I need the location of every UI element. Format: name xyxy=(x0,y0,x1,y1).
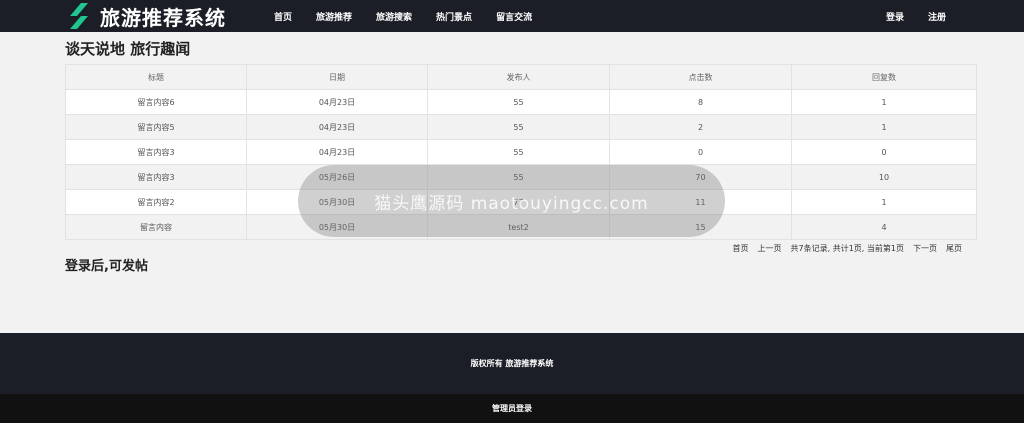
cell-replies: 1 xyxy=(791,114,977,140)
table-row[interactable]: 留言内容3 04月23日 55 0 0 xyxy=(65,139,977,165)
pager-prev-link[interactable]: 上一页 xyxy=(758,243,782,254)
footer-copyright: 版权所有 旅游推荐系统 xyxy=(470,359,554,368)
message-title-link[interactable]: 留言内容3 xyxy=(65,139,247,165)
column-header-title: 标题 xyxy=(65,64,247,90)
nav-recommend[interactable]: 旅游推荐 xyxy=(316,10,352,23)
cell-replies: 1 xyxy=(791,89,977,115)
cell-replies: 10 xyxy=(791,164,977,190)
login-to-post-hint: 登录后,可发帖 xyxy=(65,259,148,274)
column-header-replies: 回复数 xyxy=(791,64,977,90)
nav-home[interactable]: 首页 xyxy=(274,10,292,23)
nav-search[interactable]: 旅游搜索 xyxy=(376,10,412,23)
register-link[interactable]: 注册 xyxy=(928,10,946,23)
message-title-link[interactable]: 留言内容 xyxy=(65,214,247,240)
green-leaf-logo-icon xyxy=(70,3,88,29)
nav-hot-spots[interactable]: 热门景点 xyxy=(436,10,472,23)
pager-summary: 共7条记录, 共计1页, 当前第1页 xyxy=(790,244,904,253)
column-header-date: 日期 xyxy=(246,64,428,90)
top-navbar: 旅游推荐系统 首页 旅游推荐 旅游搜索 热门景点 留言交流 登录 注册 xyxy=(0,0,1024,32)
column-header-author: 发布人 xyxy=(427,64,610,90)
table-row[interactable]: 留言内容5 04月23日 55 2 1 xyxy=(65,114,977,140)
cell-date: 04月23日 xyxy=(246,89,428,115)
footer: 版权所有 旅游推荐系统 xyxy=(0,333,1024,394)
login-link[interactable]: 登录 xyxy=(886,10,904,23)
cell-date: 04月23日 xyxy=(246,114,428,140)
cell-replies: 4 xyxy=(791,214,977,240)
site-logo[interactable]: 旅游推荐系统 xyxy=(68,0,226,32)
pager-first-link[interactable]: 首页 xyxy=(733,243,749,254)
cell-clicks: 0 xyxy=(609,139,792,165)
cell-date: 04月23日 xyxy=(246,139,428,165)
cell-author: 55 xyxy=(427,114,610,140)
pager-next-link[interactable]: 下一页 xyxy=(913,243,937,254)
message-title-link[interactable]: 留言内容5 xyxy=(65,114,247,140)
message-title-link[interactable]: 留言内容3 xyxy=(65,164,247,190)
cell-clicks: 8 xyxy=(609,89,792,115)
cell-replies: 0 xyxy=(791,139,977,165)
table-row[interactable]: 留言内容6 04月23日 55 8 1 xyxy=(65,89,977,115)
column-header-clicks: 点击数 xyxy=(609,64,792,90)
site-title: 旅游推荐系统 xyxy=(100,5,226,30)
pager-last-link[interactable]: 尾页 xyxy=(946,243,962,254)
table-header-row: 标题 日期 发布人 点击数 回复数 xyxy=(65,64,977,90)
admin-login-link[interactable]: 管理员登录 xyxy=(492,403,532,414)
cell-author: 55 xyxy=(427,139,610,165)
pagination: 首页 上一页 共7条记录, 共计1页, 当前第1页 下一页 尾页 xyxy=(724,243,962,254)
cell-replies: 1 xyxy=(791,189,977,215)
nav-messages[interactable]: 留言交流 xyxy=(496,10,532,23)
cell-clicks: 2 xyxy=(609,114,792,140)
cell-author: 55 xyxy=(427,89,610,115)
page-title: 谈天说地 旅行趣闻 xyxy=(65,40,191,58)
watermark-text: 猫头鹰源码 maotouyingcc.com xyxy=(374,193,649,214)
message-title-link[interactable]: 留言内容6 xyxy=(65,89,247,115)
footer-bottom: 管理员登录 xyxy=(0,394,1024,423)
message-title-link[interactable]: 留言内容2 xyxy=(65,189,247,215)
main-nav: 首页 旅游推荐 旅游搜索 热门景点 留言交流 xyxy=(262,0,544,32)
auth-links: 登录 注册 xyxy=(862,0,946,32)
watermark-overlay: 猫头鹰源码 maotouyingcc.com xyxy=(298,165,725,237)
